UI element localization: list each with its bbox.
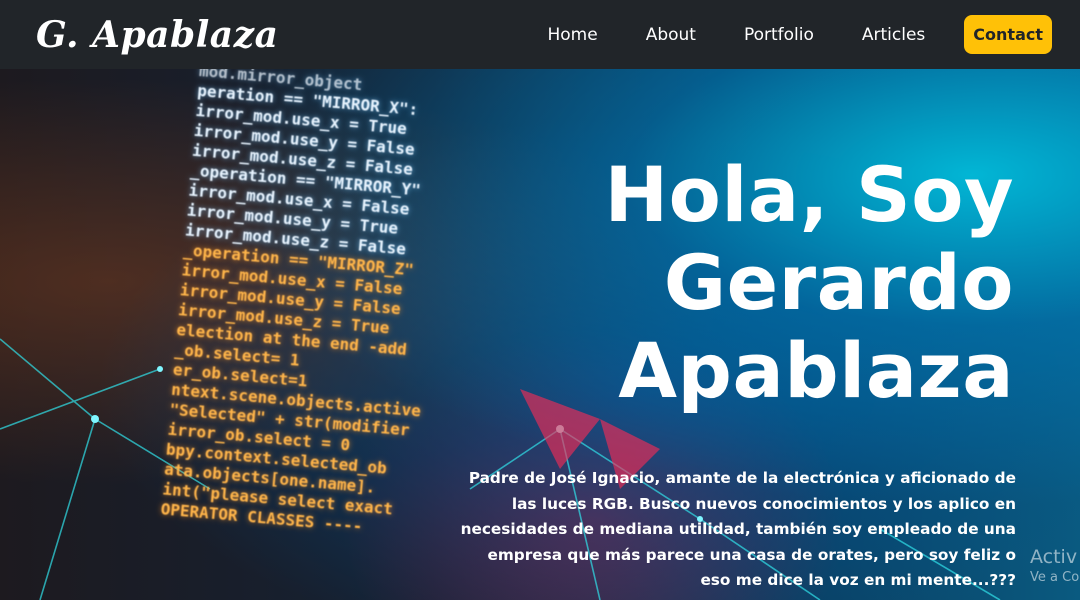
hero-title-line: Apablaza — [618, 326, 1014, 415]
navbar: G. Apablaza Home About Portfolio Article… — [0, 0, 1080, 69]
hero-title-line: Hola, Soy — [604, 150, 1014, 239]
nav-link-home[interactable]: Home — [523, 25, 621, 45]
hero-section: mod.mirror_object peration == "MIRROR_X"… — [0, 69, 1080, 600]
hero-title: Hola, Soy Gerardo Apablaza — [494, 151, 1014, 415]
contact-button[interactable]: Contact — [964, 15, 1052, 54]
nav-link-articles[interactable]: Articles — [838, 25, 949, 45]
hero-bio: Padre de José Ignacio, amante de la elec… — [460, 469, 1016, 589]
nav-link-about[interactable]: About — [622, 25, 720, 45]
brand-logo[interactable]: G. Apablaza — [36, 14, 278, 56]
watermark-line: Activ — [1030, 546, 1078, 568]
nav-link-portfolio[interactable]: Portfolio — [720, 25, 838, 45]
watermark-line: Ve a Co — [1030, 570, 1080, 585]
nav-links: Home About Portfolio Articles Contact — [523, 15, 1052, 54]
hero-title-line: Gerardo — [663, 238, 1014, 327]
windows-activation-watermark: Activ Ve a Co — [1030, 545, 1080, 587]
